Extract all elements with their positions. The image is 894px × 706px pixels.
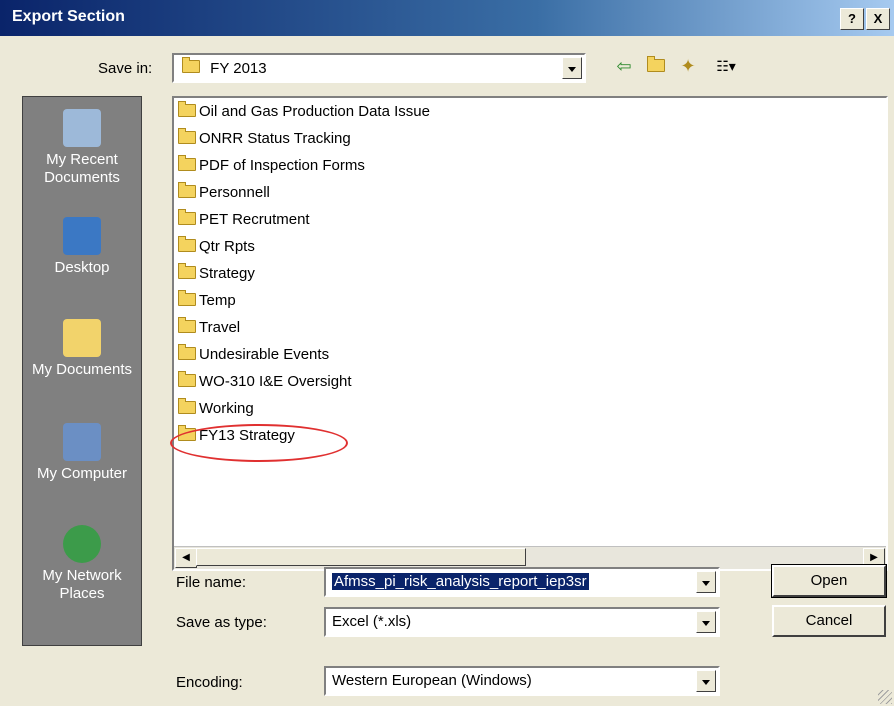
list-item[interactable]: Personnell — [178, 182, 270, 209]
folder-icon — [182, 57, 200, 73]
file-name: PDF of Inspection Forms — [199, 157, 365, 174]
places-bar: My Recent Documents Desktop My Documents… — [22, 96, 142, 646]
list-item[interactable]: Qtr Rpts — [178, 236, 255, 263]
folder-icon — [178, 182, 196, 198]
file-name: Temp — [199, 292, 236, 309]
desktop-icon — [63, 217, 101, 255]
file-name: Oil and Gas Production Data Issue — [199, 103, 430, 120]
place-desktop[interactable]: Desktop — [23, 217, 141, 277]
file-list[interactable]: Oil and Gas Production Data Issue ONRR S… — [172, 96, 888, 571]
encoding-label: Encoding: — [176, 674, 243, 691]
folder-icon — [178, 101, 196, 117]
file-name: Qtr Rpts — [199, 238, 255, 255]
folder-icon — [178, 317, 196, 333]
folder-icon — [178, 209, 196, 225]
place-my-computer[interactable]: My Computer — [23, 423, 141, 483]
back-icon[interactable]: ⇦ — [612, 56, 636, 76]
my-documents-icon — [63, 319, 101, 357]
folder-icon — [178, 371, 196, 387]
network-places-icon — [63, 525, 101, 563]
place-label: My Recent Documents — [44, 151, 120, 186]
file-name-value: Afmss_pi_risk_analysis_report_iep3sr — [332, 573, 589, 590]
file-name: WO-310 I&E Oversight — [199, 373, 352, 390]
scroll-thumb[interactable] — [196, 548, 526, 566]
folder-icon — [178, 263, 196, 279]
chevron-down-icon[interactable] — [696, 670, 716, 692]
file-name-input[interactable]: Afmss_pi_risk_analysis_report_iep3sr — [324, 567, 720, 597]
list-item[interactable]: PDF of Inspection Forms — [178, 155, 365, 182]
chevron-down-icon[interactable] — [562, 57, 582, 79]
new-folder-icon[interactable]: ✦ — [676, 56, 700, 76]
up-folder-icon[interactable] — [644, 56, 668, 76]
file-name: Travel — [199, 319, 241, 336]
save-as-type-label: Save as type: — [176, 614, 267, 631]
help-button[interactable]: ? — [840, 8, 864, 30]
folder-icon — [178, 128, 196, 144]
place-label: My Computer — [36, 465, 128, 482]
highlight-circle — [170, 424, 348, 462]
file-name: Strategy — [199, 265, 255, 282]
chevron-down-icon[interactable] — [696, 611, 716, 633]
file-name: Personnell — [199, 184, 270, 201]
views-menu-icon[interactable]: ☷▾ — [708, 56, 744, 76]
title-bar: Export Section ? X — [0, 0, 894, 36]
recent-documents-icon — [63, 109, 101, 147]
list-item[interactable]: Working — [178, 398, 254, 425]
place-my-documents[interactable]: My Documents — [23, 319, 141, 379]
place-label: My Documents — [31, 361, 133, 378]
encoding-value: Western European (Windows) — [332, 672, 532, 689]
save-in-dropdown[interactable]: FY 2013 — [172, 53, 586, 83]
file-name: PET Recrutment — [199, 211, 310, 228]
save-as-type-select[interactable]: Excel (*.xls) — [324, 607, 720, 637]
file-name: Working — [199, 400, 254, 417]
save-in-value: FY 2013 — [210, 60, 267, 77]
file-name-label: File name: — [176, 574, 247, 591]
save-in-label: Save in: — [98, 60, 153, 77]
encoding-select[interactable]: Western European (Windows) — [324, 666, 720, 696]
folder-icon — [178, 155, 196, 171]
close-button[interactable]: X — [866, 8, 890, 30]
place-label: My Network Places — [42, 567, 122, 602]
open-button[interactable]: Open — [771, 564, 887, 598]
chevron-down-icon[interactable] — [696, 571, 716, 593]
window-title: Export Section — [12, 8, 125, 25]
resize-grip-icon[interactable] — [878, 690, 892, 704]
folder-icon — [178, 398, 196, 414]
scroll-left-icon[interactable]: ◀ — [175, 548, 197, 568]
folder-icon — [178, 344, 196, 360]
list-item[interactable]: Undesirable Events — [178, 344, 330, 371]
list-item[interactable]: Oil and Gas Production Data Issue — [178, 101, 430, 128]
my-computer-icon — [63, 423, 101, 461]
place-my-recent-documents[interactable]: My Recent Documents — [23, 109, 141, 187]
list-item[interactable]: WO-310 I&E Oversight — [178, 371, 352, 398]
list-item[interactable]: Strategy — [178, 263, 255, 290]
place-my-network-places[interactable]: My Network Places — [23, 525, 141, 603]
place-label: Desktop — [54, 259, 110, 276]
list-item[interactable]: Travel — [178, 317, 241, 344]
folder-icon — [178, 236, 196, 252]
cancel-button[interactable]: Cancel — [772, 605, 886, 637]
list-item[interactable]: Temp — [178, 290, 236, 317]
list-item[interactable]: PET Recrutment — [178, 209, 310, 236]
list-item[interactable]: ONRR Status Tracking — [178, 128, 351, 155]
file-name: ONRR Status Tracking — [199, 130, 351, 147]
file-name: Undesirable Events — [199, 346, 330, 363]
save-as-type-value: Excel (*.xls) — [332, 613, 412, 630]
folder-icon — [178, 290, 196, 306]
